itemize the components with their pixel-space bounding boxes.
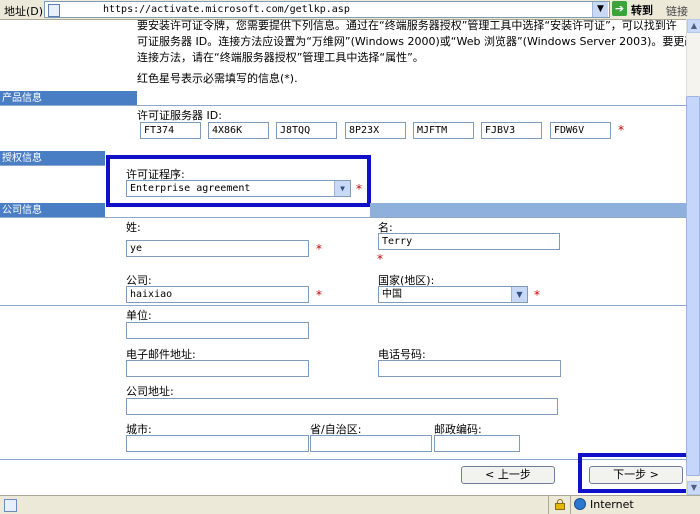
country-value: 中国 [382,289,402,300]
last-name-label: 姓: [126,221,141,234]
zip-input[interactable] [434,435,520,452]
divider [0,105,686,106]
scroll-up-icon[interactable]: ▲ [687,19,700,33]
page-icon [48,4,60,17]
org-label: 单位: [126,309,152,322]
links-label[interactable]: 链接 [666,3,688,19]
back-button[interactable]: < 上一步 [461,466,555,484]
last-name-input[interactable]: ye [126,240,309,257]
required-star: * [534,288,540,302]
server-id-field-4[interactable]: 8P23X [345,122,406,139]
license-program-value: Enterprise agreement [130,183,251,194]
status-divider [548,496,549,514]
state-input[interactable] [310,435,432,452]
section-band-license: 授权信息 [0,151,105,165]
intro-line-1: 要安装许可证令牌，您需要提供下列信息。通过在“终端服务器授权”管理工具中选择“安… [137,19,677,32]
globe-icon [574,498,586,510]
intro-line-3: 连接方法，请在“终端服务器授权”管理工具中选择“属性”。 [137,51,424,64]
chevron-down-icon[interactable]: ▼ [334,181,350,196]
zone-label: Internet [590,498,634,511]
address-label: 公司地址: [126,385,174,398]
lock-icon [555,499,565,510]
section-band-company: 公司信息 [0,203,105,217]
server-id-label: 许可证服务器 ID: [137,109,222,122]
scroll-down-icon[interactable]: ▼ [687,481,700,495]
phone-input[interactable] [378,360,561,377]
org-input[interactable] [126,322,309,339]
address-label: 地址(D) [4,5,44,18]
address-bar: 地址(D) https://activate.microsoft.com/get… [0,0,700,20]
status-bar: Internet [0,495,700,514]
license-program-select[interactable]: Enterprise agreement ▼ [126,180,351,197]
status-divider [570,496,571,514]
go-button[interactable]: ➔ 转到 [612,1,660,17]
scrollbar-thumb[interactable] [686,96,700,476]
section-band-product: 产品信息 [0,91,137,105]
section-title-product: 产品信息 [2,93,42,104]
go-label[interactable]: 转到 [631,2,653,18]
server-id-field-7[interactable]: FDW6V [550,122,611,139]
divider [0,217,686,218]
server-id-field-1[interactable]: FT374 [140,122,201,139]
country-select[interactable]: 中国 ▼ [378,286,528,303]
company-input[interactable]: haixiao [126,286,309,303]
address-input[interactable]: https://activate.microsoft.com/getlkp.as… [44,1,610,18]
divider [0,165,105,166]
chevron-down-icon[interactable]: ▼ [592,2,608,17]
server-id-field-2[interactable]: 4X86K [208,122,269,139]
chevron-down-icon[interactable]: ▼ [511,287,527,302]
email-input[interactable] [126,360,309,377]
required-star: * [356,182,362,196]
next-button[interactable]: 下一步 > [589,466,683,484]
required-star: * [377,252,383,266]
server-id-field-5[interactable]: MJFTM [413,122,474,139]
first-name-input[interactable]: Terry [378,233,560,250]
intro-line-2: 可证服务器 ID。连接方法应设置为“万维网”(Windows 2000)或“We… [137,35,696,48]
section-band-company-extension [370,203,686,217]
city-input[interactable] [126,435,309,452]
server-id-field-3[interactable]: J8TQQ [276,122,337,139]
required-star: * [316,288,322,302]
required-star: * [316,242,322,256]
page-status-icon [4,499,17,512]
url-text[interactable]: https://activate.microsoft.com/getlkp.as… [103,3,350,16]
section-title-company: 公司信息 [2,205,42,216]
section-title-license: 授权信息 [2,153,42,164]
required-note: 红色星号表示必需填写的信息(*). [137,72,298,85]
required-star: * [618,123,624,137]
server-id-field-6[interactable]: FJBV3 [481,122,542,139]
go-arrow-icon[interactable]: ➔ [612,1,627,16]
divider [0,305,686,306]
address-input[interactable] [126,398,558,415]
